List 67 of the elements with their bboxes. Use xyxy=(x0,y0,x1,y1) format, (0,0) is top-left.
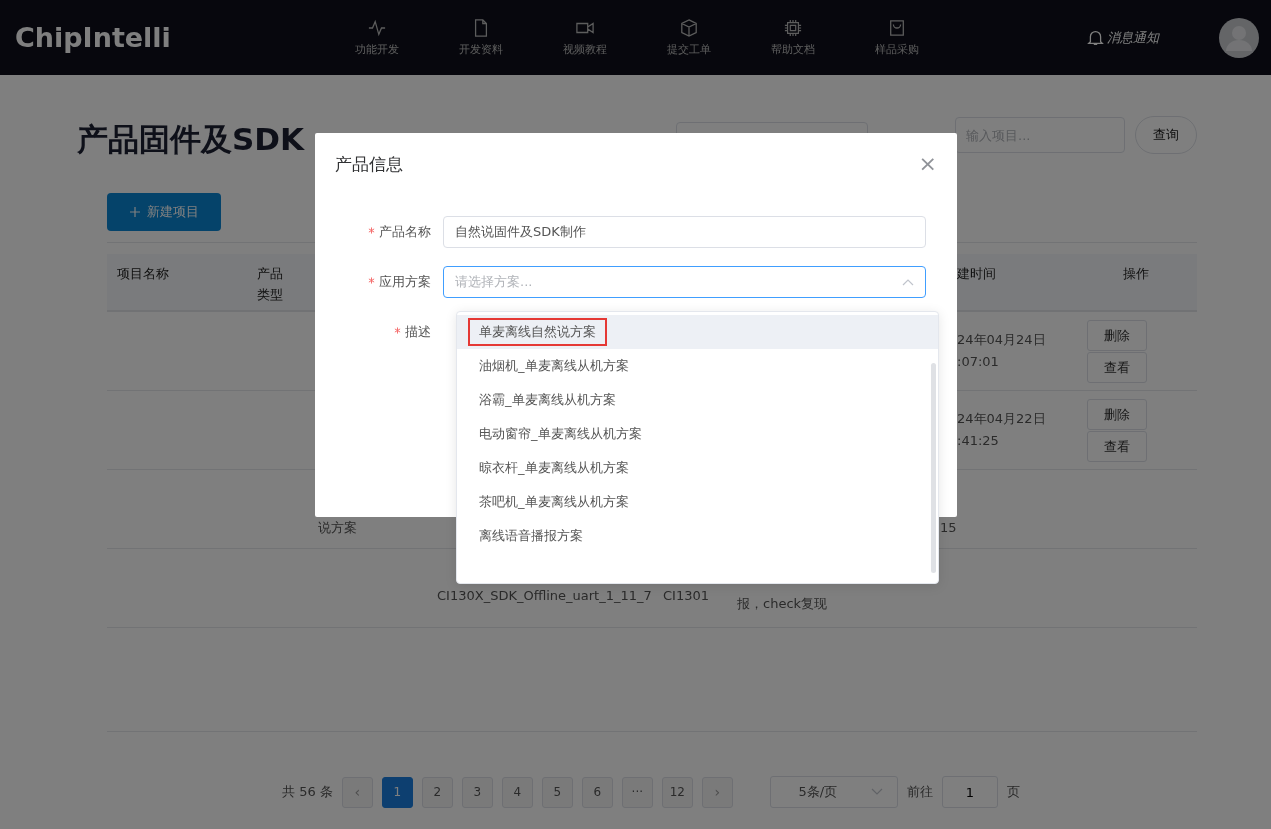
table-cell-text: CI1301 xyxy=(663,587,709,605)
scheme-option[interactable]: 单麦离线自然说方案 xyxy=(457,315,938,349)
scheme-option[interactable]: 浴霸_单麦离线从机方案 xyxy=(457,383,938,417)
date-text: :41:25 xyxy=(957,432,1000,450)
file-icon xyxy=(472,18,490,37)
total-count: 共 56 条 xyxy=(282,783,333,801)
page-button[interactable]: 12 xyxy=(661,776,693,808)
goto-label: 前往 xyxy=(906,783,933,801)
avatar-icon[interactable] xyxy=(1219,17,1259,58)
page-button[interactable]: 3 xyxy=(461,776,493,808)
goto-page-field[interactable]: 1 xyxy=(941,776,998,808)
new-project-button[interactable]: 新建项目 xyxy=(107,193,221,231)
product-name-field[interactable]: 自然说固件及SDK制作 xyxy=(443,216,926,248)
bell-icon[interactable] xyxy=(1087,29,1104,46)
nav-item[interactable]: 开发资料 xyxy=(429,18,533,57)
column-header: 项目名称 xyxy=(117,265,169,283)
scheme-option[interactable]: 电动窗帘_单麦离线从机方案 xyxy=(457,417,938,451)
field-label: 应用方案 xyxy=(379,273,431,291)
page-button[interactable]: 6 xyxy=(581,776,613,808)
page-unit: 页 xyxy=(1006,783,1020,801)
logo[interactable]: ChipIntelli xyxy=(15,22,325,53)
notification-link[interactable]: 消息通知 xyxy=(1107,28,1159,47)
row-action-button[interactable]: 查看 xyxy=(1087,352,1147,383)
date-text: 24年04月24日 xyxy=(957,331,1046,349)
dialog-title: 产品信息 xyxy=(335,152,403,176)
bag-icon xyxy=(888,18,906,37)
date-text: :07:01 xyxy=(957,353,1000,371)
scheme-option[interactable]: 离线语音播报方案 xyxy=(457,519,938,553)
scheme-option[interactable]: 晾衣杆_单麦离线从机方案 xyxy=(457,451,938,485)
field-label: 产品名称 xyxy=(379,223,431,241)
page-title: 产品固件及SDK xyxy=(77,120,306,159)
previous-page-button[interactable]: ‹ xyxy=(341,776,373,808)
pulse-icon xyxy=(368,18,386,37)
table-cell-text: 说方案 xyxy=(318,519,357,537)
cube-icon xyxy=(680,18,698,37)
page-button[interactable]: 2 xyxy=(421,776,453,808)
nav-item[interactable]: 样品采购 xyxy=(845,18,949,57)
chip-icon xyxy=(784,18,802,37)
nav-item[interactable]: 功能开发 xyxy=(325,18,429,57)
page-button[interactable]: 1 xyxy=(381,776,413,808)
table-cell-text: CI130X_SDK_Offline_uart_1_11_7 xyxy=(437,587,652,605)
page-button[interactable]: ··· xyxy=(621,776,653,808)
column-header: 产品类型 xyxy=(257,265,284,304)
nav-item[interactable]: 视频教程 xyxy=(533,18,637,57)
column-header: 操作 xyxy=(1123,265,1149,283)
scheme-option[interactable]: 油烟机_单麦离线从机方案 xyxy=(457,349,938,383)
table-cell-text: 报，check复现 xyxy=(737,595,828,613)
column-header: 建时间 xyxy=(957,265,996,283)
scheme-option[interactable]: 茶吧机_单麦离线从机方案 xyxy=(457,485,938,519)
row-action-button[interactable]: 删除 xyxy=(1087,320,1147,351)
page-size-select[interactable]: 5条/页 xyxy=(769,776,898,808)
scheme-select[interactable]: 请选择方案... xyxy=(443,266,926,298)
chevron-up-icon xyxy=(902,278,914,286)
field-label: 描述 xyxy=(405,323,431,341)
date-text: 15 xyxy=(940,519,957,537)
page-button[interactable]: 5 xyxy=(541,776,573,808)
chevron-down-icon xyxy=(871,788,884,796)
nav-item[interactable]: 提交工单 xyxy=(637,18,741,57)
next-page-button[interactable]: › xyxy=(701,776,733,808)
date-text: 24年04月22日 xyxy=(957,410,1046,428)
row-action-button[interactable]: 查看 xyxy=(1087,431,1147,462)
nav-item[interactable]: 帮助文档 xyxy=(741,18,845,57)
row-action-button[interactable]: 删除 xyxy=(1087,399,1147,430)
plus-icon xyxy=(129,207,140,217)
close-button[interactable]: × xyxy=(918,153,937,175)
page-button[interactable]: 4 xyxy=(501,776,533,808)
query-button[interactable]: 查询 xyxy=(1135,116,1197,154)
